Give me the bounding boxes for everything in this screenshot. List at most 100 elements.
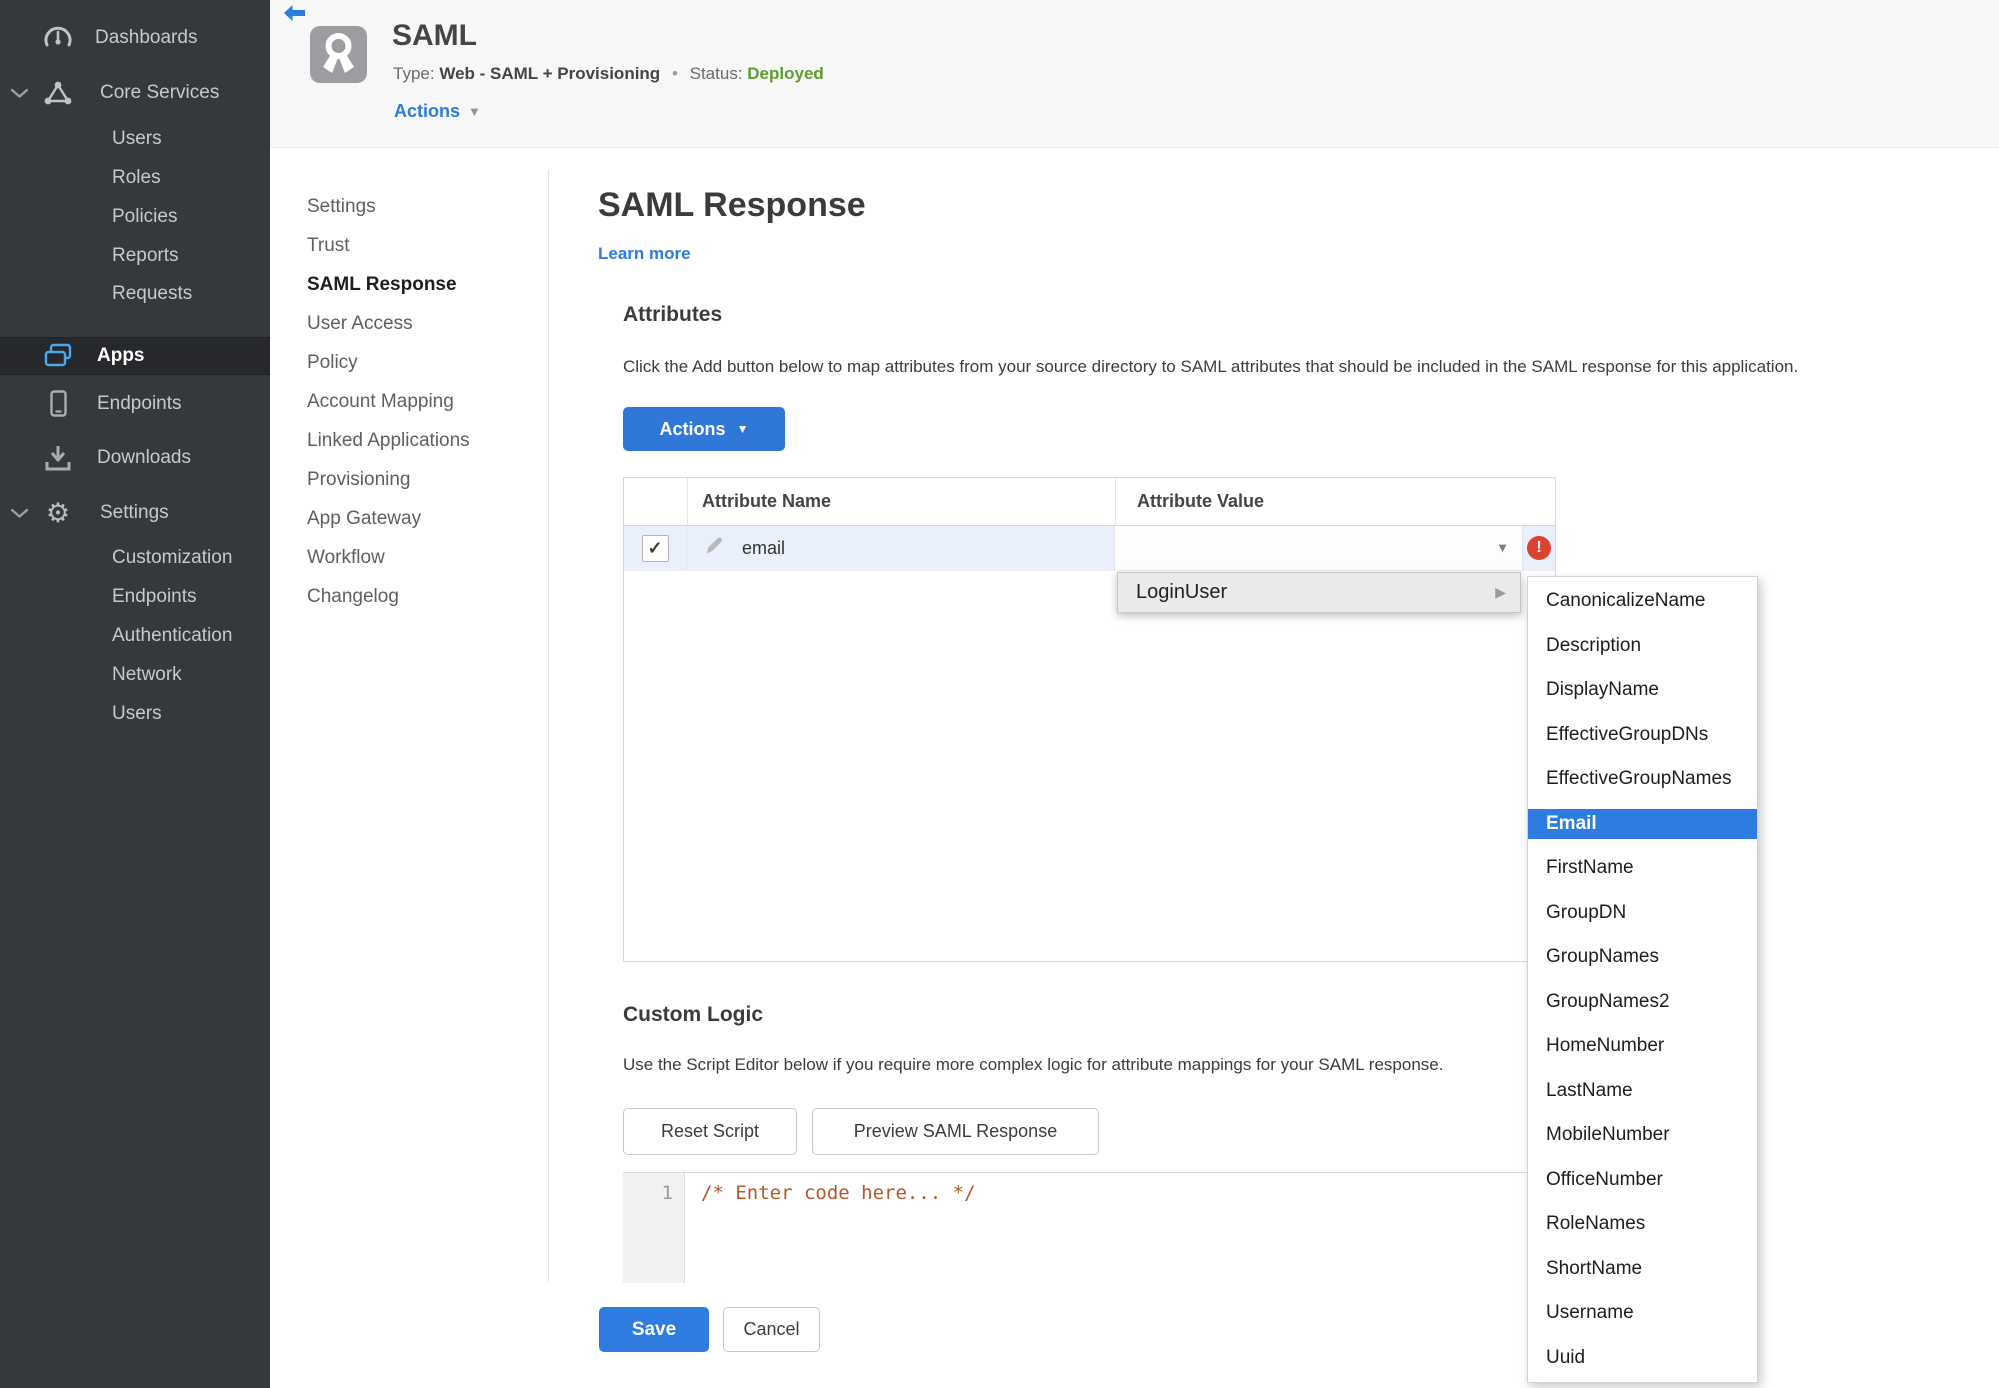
reset-script-button[interactable]: Reset Script xyxy=(623,1108,797,1155)
apps-icon xyxy=(42,340,74,372)
attributes-heading: Attributes xyxy=(623,303,723,326)
page-title: SAML xyxy=(392,19,477,52)
sidebar-item-settings-users[interactable]: Users xyxy=(0,695,270,733)
sidebar-item-settings-endpoints[interactable]: Endpoints xyxy=(0,578,270,616)
attribute-value-dropdown[interactable]: ▼ xyxy=(1115,526,1522,570)
submenu-item-username[interactable]: Username xyxy=(1528,1291,1757,1336)
dropdown-item-label: LoginUser xyxy=(1136,581,1228,603)
chevron-down-icon[interactable]: ▼ xyxy=(1496,540,1509,555)
sidebar-item-reports[interactable]: Reports xyxy=(0,237,270,275)
sidebar-item-settings[interactable]: ⚙ Settings xyxy=(0,494,270,532)
sidebar-item-label: Users xyxy=(112,703,162,724)
type-label: Type: xyxy=(393,64,435,83)
save-button[interactable]: Save xyxy=(599,1307,709,1352)
attributes-actions-button[interactable]: Actions ▼ xyxy=(623,407,785,451)
row-select-cell: ✓ xyxy=(624,526,687,570)
sidebar-item-core-services[interactable]: Core Services xyxy=(0,74,270,112)
sidebar-item-customization[interactable]: Customization xyxy=(0,539,270,577)
submenu-item-email[interactable]: Email xyxy=(1528,802,1757,847)
submenu-item-homenumber[interactable]: HomeNumber xyxy=(1528,1024,1757,1069)
download-icon xyxy=(42,442,74,474)
sidebar-item-label: Settings xyxy=(100,502,169,523)
submenu-item-effectivegroupdns[interactable]: EffectiveGroupDNs xyxy=(1528,713,1757,758)
sidebar-item-requests[interactable]: Requests xyxy=(0,275,270,313)
submenu-item-groupdn[interactable]: GroupDN xyxy=(1528,891,1757,936)
sidebar-item-apps[interactable]: Apps xyxy=(0,337,270,375)
sidebar-item-authentication[interactable]: Authentication xyxy=(0,617,270,655)
submenu-item-effectivegroupnames[interactable]: EffectiveGroupNames xyxy=(1528,757,1757,802)
row-checkbox[interactable]: ✓ xyxy=(641,534,669,562)
submenu-item-description[interactable]: Description xyxy=(1528,624,1757,669)
sidebar-item-label: Reports xyxy=(112,245,179,266)
editor-code-area[interactable]: /* Enter code here... */ xyxy=(685,1173,1556,1283)
submenu-item-groupnames[interactable]: GroupNames xyxy=(1528,935,1757,980)
actions-label: Actions xyxy=(394,101,461,121)
cancel-button[interactable]: Cancel xyxy=(723,1307,820,1352)
tab-provisioning[interactable]: Provisioning xyxy=(307,460,470,499)
learn-more-link[interactable]: Learn more xyxy=(598,244,691,264)
chevron-down-icon[interactable] xyxy=(11,83,31,103)
sidebar-item-label: Authentication xyxy=(112,625,233,646)
submenu-item-displayname[interactable]: DisplayName xyxy=(1528,668,1757,713)
sidebar-item-endpoints[interactable]: Endpoints xyxy=(0,385,270,423)
table-row[interactable]: ✓ email ▼ ! xyxy=(624,526,1555,571)
submenu-item-firstname[interactable]: FirstName xyxy=(1528,846,1757,891)
tab-trust[interactable]: Trust xyxy=(307,226,470,265)
column-header-attribute-name: Attribute Name xyxy=(688,478,1116,525)
sidebar-item-downloads[interactable]: Downloads xyxy=(0,439,270,477)
sidebar-item-dashboards[interactable]: Dashboards xyxy=(0,19,270,57)
tab-user-access[interactable]: User Access xyxy=(307,304,470,343)
back-arrow-icon[interactable] xyxy=(283,4,306,27)
tab-workflow[interactable]: Workflow xyxy=(307,538,470,577)
table-header: Attribute Name Attribute Value xyxy=(624,478,1555,526)
attribute-submenu: CanonicalizeName Description DisplayName… xyxy=(1527,576,1758,1383)
chevron-down-icon[interactable] xyxy=(11,503,31,523)
sidebar-item-network[interactable]: Network xyxy=(0,656,270,694)
select-column-header xyxy=(624,478,688,525)
tab-linked-applications[interactable]: Linked Applications xyxy=(307,421,470,460)
preview-saml-response-button[interactable]: Preview SAML Response xyxy=(812,1108,1099,1155)
sidebar-item-roles[interactable]: Roles xyxy=(0,159,270,197)
tab-app-gateway[interactable]: App Gateway xyxy=(307,499,470,538)
tab-account-mapping[interactable]: Account Mapping xyxy=(307,382,470,421)
submenu-item-uuid[interactable]: Uuid xyxy=(1528,1336,1757,1381)
submenu-item-canonicalizename[interactable]: CanonicalizeName xyxy=(1528,579,1757,624)
separator-dot: • xyxy=(671,64,678,83)
gauge-icon xyxy=(42,22,74,54)
sidebar: Dashboards Core Services Users Roles Pol… xyxy=(0,0,270,1388)
sidebar-item-policies[interactable]: Policies xyxy=(0,198,270,236)
tab-changelog[interactable]: Changelog xyxy=(307,577,470,616)
smartphone-icon xyxy=(42,388,74,420)
nav-divider xyxy=(548,170,549,1282)
submenu-item-officenumber[interactable]: OfficeNumber xyxy=(1528,1158,1757,1203)
sidebar-item-label: Requests xyxy=(112,283,193,304)
edit-pencil-icon[interactable] xyxy=(703,535,725,562)
type-value: Web - SAML + Provisioning xyxy=(439,64,661,83)
sidebar-item-label: Endpoints xyxy=(112,586,197,607)
custom-logic-heading: Custom Logic xyxy=(623,1003,763,1026)
submenu-item-groupnames2[interactable]: GroupNames2 xyxy=(1528,980,1757,1025)
sidebar-item-users[interactable]: Users xyxy=(0,120,270,158)
submenu-item-shortname[interactable]: ShortName xyxy=(1528,1247,1757,1292)
sidebar-item-label: Customization xyxy=(112,547,233,568)
exclamation-glyph: ! xyxy=(1536,539,1542,556)
header-actions-menu[interactable]: Actions ▼ xyxy=(394,101,481,122)
sidebar-item-label: Network xyxy=(112,664,182,685)
sidebar-item-label: Dashboards xyxy=(95,27,198,48)
tab-settings[interactable]: Settings xyxy=(307,187,470,226)
submenu-item-lastname[interactable]: LastName xyxy=(1528,1069,1757,1114)
attributes-description: Click the Add button below to map attrib… xyxy=(623,357,1799,376)
custom-logic-description: Use the Script Editor below if you requi… xyxy=(623,1055,1444,1074)
app-header: SAML Type: Web - SAML + Provisioning • S… xyxy=(270,0,1999,148)
tab-policy[interactable]: Policy xyxy=(307,343,470,382)
sidebar-item-label: Users xyxy=(112,128,162,149)
attribute-name-cell: email xyxy=(687,526,1115,570)
dropdown-menu-item-loginuser[interactable]: LoginUser ▶ xyxy=(1117,572,1521,613)
sidebar-item-label: Apps xyxy=(97,345,145,366)
tab-saml-response[interactable]: SAML Response xyxy=(307,265,470,304)
submenu-item-rolenames[interactable]: RoleNames xyxy=(1528,1202,1757,1247)
sidebar-item-label: Roles xyxy=(112,167,161,188)
check-icon: ✓ xyxy=(647,537,663,558)
app-subnav: Settings Trust SAML Response User Access… xyxy=(307,187,470,616)
submenu-item-mobilenumber[interactable]: MobileNumber xyxy=(1528,1113,1757,1158)
